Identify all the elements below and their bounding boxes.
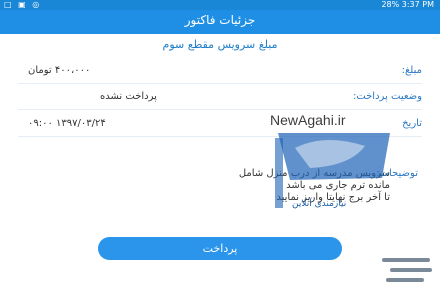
payment-status-row: وضعیت پرداخت: پرداخت نشده [0,89,440,107]
notification-icons: □ ▣ ◎ [4,0,42,9]
app-bar: جزئیات فاکتور [0,10,440,34]
payment-status-label: وضعیت پرداخت: [352,91,422,102]
status-bar: □ ▣ ◎ 28% 3:37 PM [0,0,440,10]
amount-row: مبلغ: ۴۰۰،۰۰۰ تومان [0,63,440,81]
clock: 3:37 PM [401,0,434,9]
divider [18,83,422,84]
invoice-subtitle: مبلغ سرویس مقطع سوم [162,38,278,51]
amount-value: ۴۰۰،۰۰۰ تومان [28,65,91,76]
watermark-url: NewAgahi.ir [270,112,346,128]
date-value: ۱۳۹۷/۰۳/۲۴ ۰۹:۰۰ [28,118,106,129]
watermark-tagline: نیازمندی آنلاین [292,199,347,209]
status-right: 28% 3:37 PM [381,0,434,10]
battery-level: 28% [381,0,400,9]
pay-button[interactable]: پرداخت [98,237,342,260]
date-label: تاریخ [402,118,422,129]
amount-label: مبلغ: [401,65,422,76]
page-title: جزئیات فاکتور [184,13,256,27]
corner-logo-icon [382,258,432,282]
payment-status-value: پرداخت نشده [100,91,157,102]
